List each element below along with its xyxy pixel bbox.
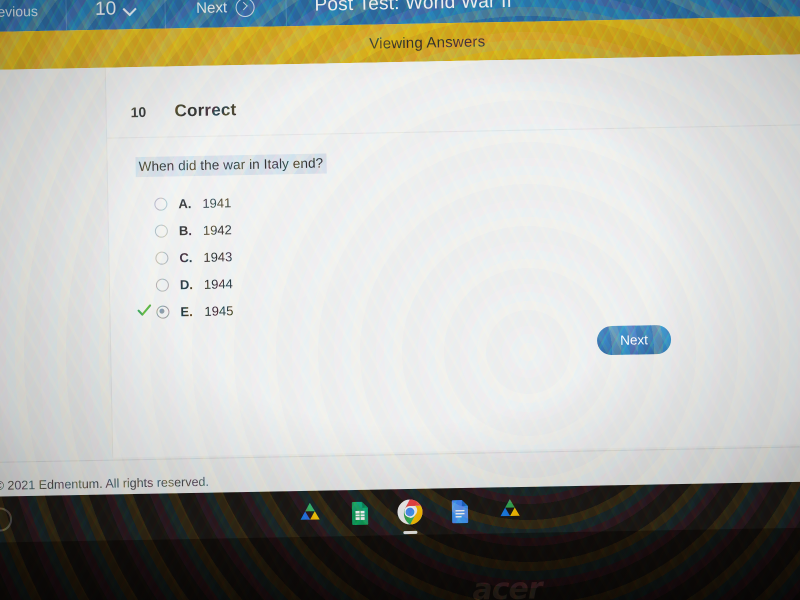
correct-checkmark-icon bbox=[137, 304, 152, 318]
option-value-c: 1943 bbox=[203, 249, 233, 265]
radio-button-b[interactable] bbox=[154, 224, 169, 238]
previous-button[interactable]: evious bbox=[0, 0, 68, 33]
google-sheets-icon[interactable] bbox=[346, 499, 375, 528]
acer-brand-logo: acer bbox=[472, 571, 542, 600]
next-question-button[interactable]: Next bbox=[596, 324, 672, 356]
option-value-d: 1944 bbox=[203, 276, 233, 292]
page-canvas: 10 Correct When did the war in Italy end… bbox=[0, 51, 800, 509]
status-text: Viewing Answers bbox=[369, 32, 486, 53]
launcher-circle-icon[interactable] bbox=[0, 507, 13, 532]
chrome-icon[interactable] bbox=[396, 498, 425, 535]
question-text: When did the war in Italy end? bbox=[135, 153, 327, 178]
google-docs-icon[interactable] bbox=[446, 497, 475, 526]
laptop-screen-photo: acer evious 10 Next Post Test: World War… bbox=[0, 0, 800, 600]
option-letter-e: E. bbox=[180, 304, 193, 320]
question-number-value: 10 bbox=[94, 0, 117, 20]
arrow-right-circle-icon bbox=[235, 0, 256, 17]
radio-button-e[interactable] bbox=[156, 305, 170, 319]
option-letter-d: D. bbox=[179, 277, 194, 293]
next-nav-button[interactable]: Next bbox=[165, 0, 287, 29]
option-value-a: 1941 bbox=[202, 195, 232, 211]
google-drive-icon-2[interactable] bbox=[496, 496, 525, 525]
question-body: When did the war in Italy end? A. 1941 B… bbox=[107, 122, 800, 327]
radio-button-a[interactable] bbox=[154, 197, 168, 211]
question-card: 10 Correct When did the war in Italy end… bbox=[104, 51, 800, 458]
screen-content: evious 10 Next Post Test: World War II V… bbox=[0, 0, 800, 509]
chrome-active-indicator bbox=[403, 530, 418, 535]
answer-options-list: A. 1941 B. 1942 C. 1943 D. 1944 E. 1945 bbox=[137, 176, 800, 326]
copyright-text: © 2021 Edmentum. All rights reserved. bbox=[0, 474, 210, 493]
radio-button-c[interactable] bbox=[155, 251, 169, 265]
option-letter-a: A. bbox=[178, 196, 192, 212]
option-letter-c: C. bbox=[179, 250, 193, 266]
next-nav-label: Next bbox=[196, 0, 228, 17]
question-number-dropdown[interactable]: 10 bbox=[66, 0, 166, 31]
option-value-e: 1945 bbox=[204, 303, 234, 319]
google-drive-icon[interactable] bbox=[296, 500, 325, 529]
question-result-status: Correct bbox=[174, 100, 237, 121]
question-index: 10 bbox=[130, 103, 147, 121]
option-letter-b: B. bbox=[178, 223, 193, 239]
radio-button-d[interactable] bbox=[155, 278, 170, 292]
option-value-b: 1942 bbox=[202, 222, 232, 238]
chevron-down-icon bbox=[123, 3, 136, 16]
quiz-title: Post Test: World War II bbox=[314, 0, 513, 16]
